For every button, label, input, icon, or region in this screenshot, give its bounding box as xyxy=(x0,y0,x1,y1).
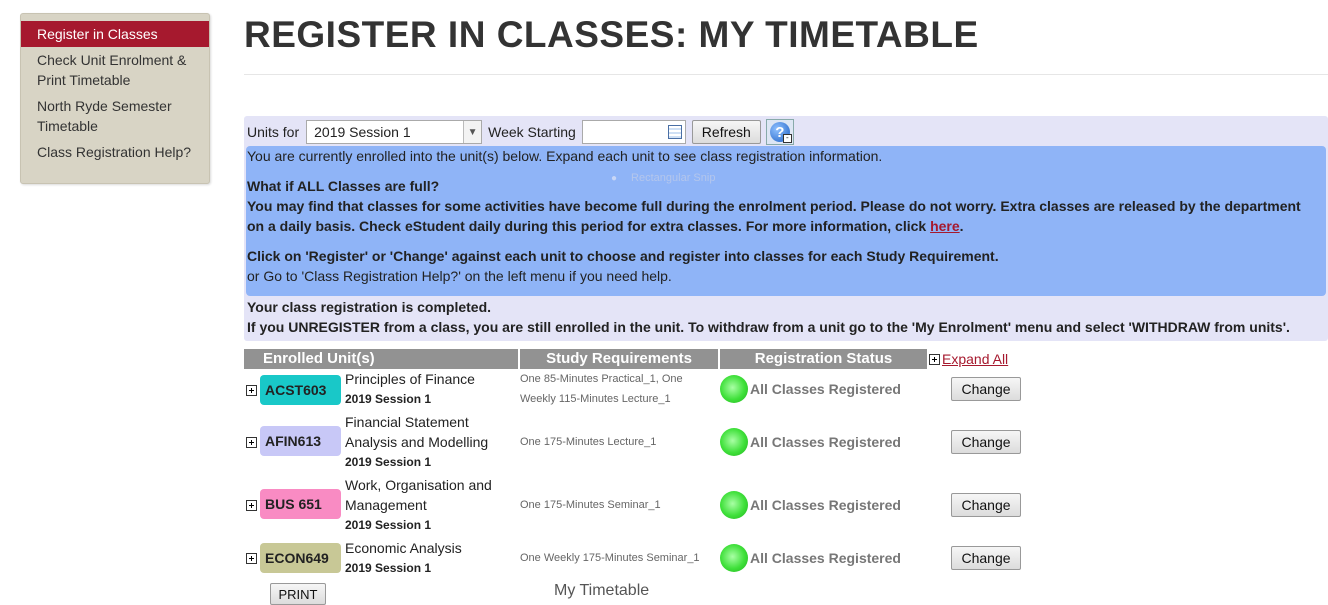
snip-overlay-label: Rectangular Snip xyxy=(611,168,715,189)
unit-name: Work, Organisation and Management xyxy=(345,477,492,513)
info-full-text: You may find that classes for some activ… xyxy=(247,198,1301,234)
unit-name: Principles of Finance xyxy=(345,371,475,387)
study-requirement: One 175-Minutes Lecture_1 xyxy=(520,436,657,448)
study-requirement: One 85-Minutes Practical_1, One Weekly 1… xyxy=(520,373,683,405)
unit-session: 2019 Session 1 xyxy=(345,392,432,406)
sidebar-menu: Register in Classes Check Unit Enrolment… xyxy=(20,13,210,184)
week-starting-input[interactable] xyxy=(581,120,686,144)
info-full-heading: What if ALL Classes are full? xyxy=(247,178,440,194)
unit-name: Financial Statement Analysis and Modelli… xyxy=(345,414,489,450)
registration-status: All Classes Registered xyxy=(750,434,901,450)
sidebar-item-register-in-classes[interactable]: Register in Classes xyxy=(21,21,209,47)
print-button[interactable]: PRINT xyxy=(270,583,326,605)
change-button[interactable]: Change xyxy=(951,546,1021,570)
title-divider xyxy=(244,74,1328,75)
info-enrolled-text: You are currently enrolled into the unit… xyxy=(247,148,883,164)
unit-code-badge: BUS 651 xyxy=(260,489,341,519)
chevron-down-icon[interactable]: ▼ xyxy=(463,121,482,143)
study-requirement: One 175-Minutes Seminar_1 xyxy=(520,499,661,511)
info-box: You are currently enrolled into the unit… xyxy=(246,146,1326,296)
info-period: . xyxy=(959,218,964,234)
unit-session: 2019 Session 1 xyxy=(345,518,432,532)
minimize-icon: - xyxy=(782,134,792,143)
info-goto-help: or Go to 'Class Registration Help?' on t… xyxy=(247,268,672,284)
study-requirement: One Weekly 175-Minutes Seminar_1 xyxy=(520,552,700,564)
table-header: Enrolled Unit(s) Study Requirements Regi… xyxy=(244,349,927,369)
unit-code-badge: ACST603 xyxy=(260,375,341,405)
status-green-icon xyxy=(720,544,748,572)
expand-row-icon[interactable] xyxy=(246,385,257,396)
expand-row-icon[interactable] xyxy=(246,500,257,511)
toolbar: Units for 2019 Session 1 ▼ Week Starting… xyxy=(247,119,794,145)
unit-session: 2019 Session 1 xyxy=(345,455,432,469)
session-select[interactable]: 2019 Session 1 ▼ xyxy=(306,120,483,144)
expand-plus-icon[interactable] xyxy=(929,353,940,365)
my-timetable-heading: My Timetable xyxy=(554,582,650,599)
here-link[interactable]: here xyxy=(930,218,960,234)
page-title: REGISTER IN CLASSES: MY TIMETABLE xyxy=(244,14,979,55)
header-enrolled-units: Enrolled Unit(s) xyxy=(244,349,520,369)
change-button[interactable]: Change xyxy=(951,377,1021,401)
registration-panel: Units for 2019 Session 1 ▼ Week Starting… xyxy=(244,116,1328,341)
header-study-requirements: Study Requirements xyxy=(520,349,720,369)
unit-code-badge: AFIN613 xyxy=(260,426,341,456)
units-for-label: Units for xyxy=(247,124,300,140)
unit-name: Economic Analysis xyxy=(345,540,462,556)
sidebar-item-class-registration-help[interactable]: Class Registration Help? xyxy=(21,142,209,162)
change-button[interactable]: Change xyxy=(951,430,1021,454)
unit-session: 2019 Session 1 xyxy=(345,561,432,575)
header-registration-status: Registration Status xyxy=(720,349,927,369)
session-select-value: 2019 Session 1 xyxy=(314,124,411,140)
completion-line-2: If you UNREGISTER from a class, you are … xyxy=(247,319,1290,335)
registration-status: All Classes Registered xyxy=(750,497,901,513)
unit-code-badge: ECON649 xyxy=(260,543,341,573)
info-full-text-block: You may find that classes for some activ… xyxy=(247,196,1320,236)
help-icon[interactable]: ? - xyxy=(765,119,794,145)
week-starting-label: Week Starting xyxy=(488,124,576,140)
refresh-button[interactable]: Refresh xyxy=(691,120,761,144)
expand-row-icon[interactable] xyxy=(246,437,257,448)
expand-all-link[interactable]: Expand All xyxy=(942,351,1008,367)
registration-status: All Classes Registered xyxy=(750,381,901,397)
status-green-icon xyxy=(720,428,748,456)
table-row: AFIN613 Financial Statement Analysis and… xyxy=(244,412,1044,472)
completion-line-1: Your class registration is completed. xyxy=(247,299,492,315)
change-button[interactable]: Change xyxy=(951,493,1021,517)
sidebar-item-check-unit-enrolment[interactable]: Check Unit Enrolment & Print Timetable xyxy=(21,50,209,90)
sidebar-item-north-ryde-timetable[interactable]: North Ryde Semester Timetable xyxy=(21,96,209,136)
expand-row-icon[interactable] xyxy=(246,553,257,564)
completion-message: Your class registration is completed. If… xyxy=(247,297,1290,337)
expand-all-control[interactable]: Expand All xyxy=(929,351,1008,367)
status-green-icon xyxy=(720,375,748,403)
table-row: ACST603 Principles of Finance 2019 Sessi… xyxy=(244,371,1044,410)
status-green-icon xyxy=(720,491,748,519)
calendar-icon[interactable] xyxy=(667,125,682,139)
registration-status: All Classes Registered xyxy=(750,550,901,566)
table-row: ECON649 Economic Analysis 2019 Session 1… xyxy=(244,538,1044,578)
table-row: BUS 651 Work, Organisation and Managemen… xyxy=(244,475,1044,535)
info-register-instructions: Click on 'Register' or 'Change' against … xyxy=(247,248,999,264)
